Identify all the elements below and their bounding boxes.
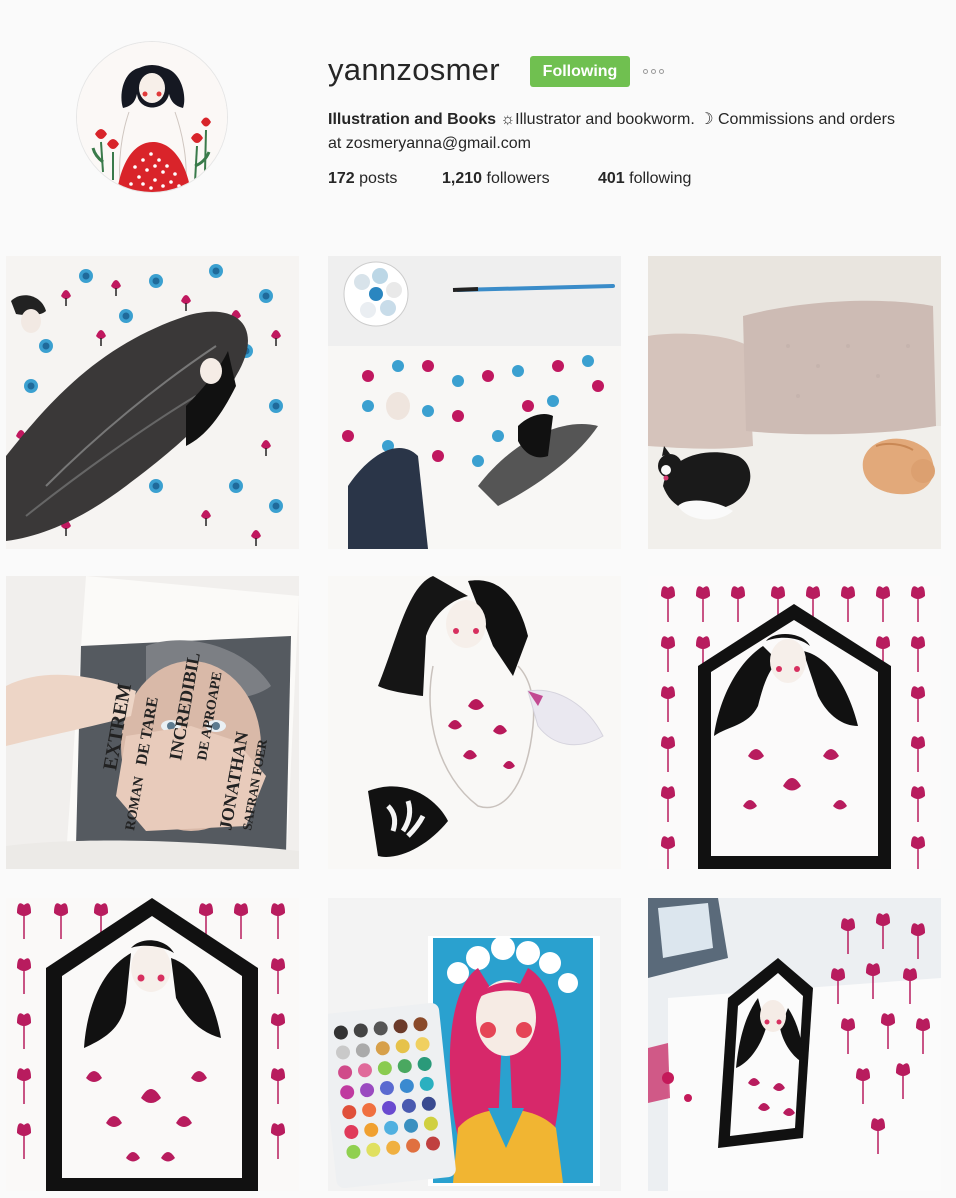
posts-stat: 172 posts	[328, 170, 397, 188]
following-button[interactable]: Following	[530, 56, 630, 87]
post-image	[6, 256, 299, 549]
post-image: EXTREM DE TARE INCREDIBIL DE APROAPE JON…	[6, 576, 299, 869]
post-thumbnail[interactable]	[328, 576, 621, 869]
dot-icon	[651, 68, 656, 74]
following-label: following	[624, 170, 692, 187]
posts-label: posts	[354, 170, 398, 187]
post-image	[328, 576, 621, 869]
post-image	[648, 898, 941, 1191]
profile-avatar[interactable]	[77, 42, 227, 192]
avatar-illustration	[77, 42, 227, 192]
post-thumbnail[interactable]	[6, 256, 299, 549]
post-image	[328, 898, 621, 1191]
following-stat[interactable]: 401 following	[598, 170, 691, 188]
ellipsis-icon[interactable]	[643, 64, 673, 78]
post-image	[328, 256, 621, 549]
dot-icon	[659, 68, 664, 74]
post-image	[6, 898, 299, 1191]
post-thumbnail[interactable]	[328, 898, 621, 1191]
post-thumbnail[interactable]	[648, 898, 941, 1191]
post-thumbnail[interactable]	[648, 256, 941, 549]
post-image	[648, 256, 941, 549]
post-image	[648, 576, 941, 869]
bio-name: Illustration and Books	[328, 111, 497, 128]
followers-count: 1,210	[442, 170, 483, 187]
following-count: 401	[598, 170, 625, 187]
post-thumbnail[interactable]: EXTREM DE TARE INCREDIBIL DE APROAPE JON…	[6, 576, 299, 869]
followers-label: followers	[482, 170, 550, 187]
dot-icon	[643, 68, 648, 74]
profile-bio: Illustration and Books ☼Illustrator and …	[328, 108, 908, 156]
followers-stat[interactable]: 1,210 followers	[442, 170, 550, 188]
post-thumbnail[interactable]	[328, 256, 621, 549]
posts-count: 172	[328, 170, 355, 187]
post-thumbnail[interactable]	[648, 576, 941, 869]
profile-username: yannzosmer	[328, 52, 500, 87]
post-thumbnail[interactable]	[6, 898, 299, 1191]
